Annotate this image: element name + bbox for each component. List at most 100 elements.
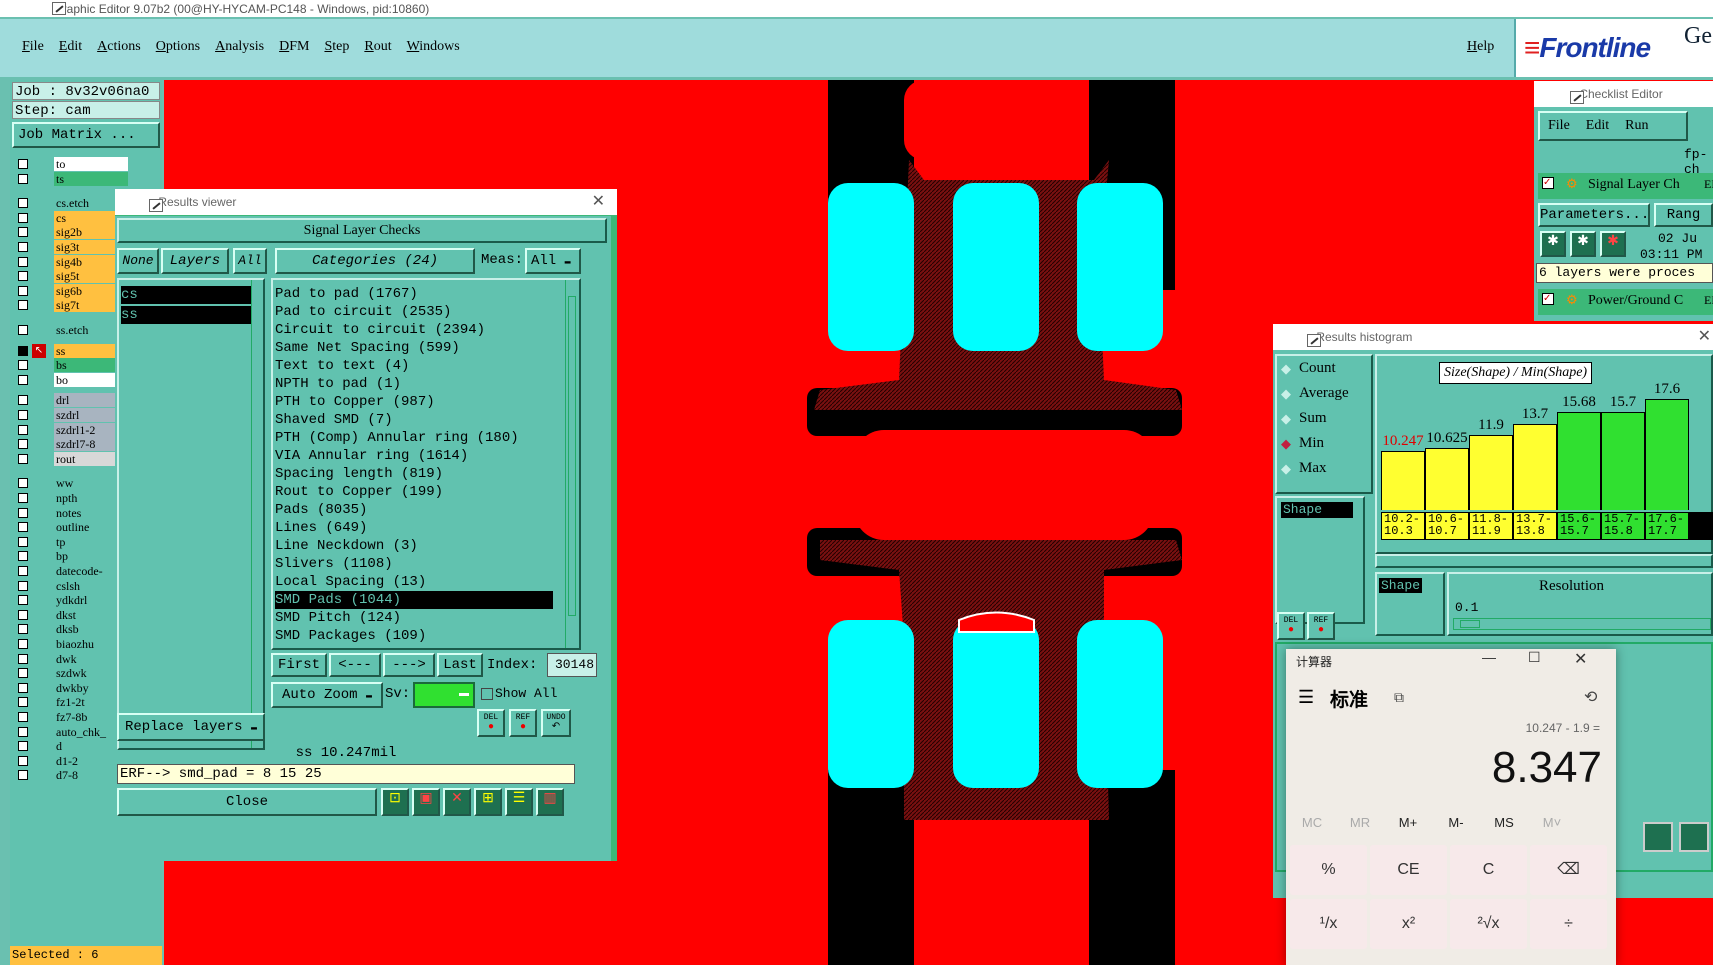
layer-checkbox[interactable] <box>18 374 28 385</box>
menu-windows[interactable]: Windows <box>407 39 460 55</box>
layer-row[interactable]: ts <box>14 171 164 186</box>
check-item-power[interactable]: ✓ ⚙ Power/Ground C EF <box>1538 289 1713 315</box>
category-item[interactable]: SMD Packages (109) <box>275 627 553 645</box>
layer-checkbox[interactable] <box>18 439 28 450</box>
layer-checkbox[interactable] <box>18 507 28 518</box>
layer-checkbox[interactable] <box>18 712 28 722</box>
show-all-checkbox[interactable] <box>481 688 493 700</box>
layers-button[interactable]: Layers <box>161 248 229 274</box>
category-item[interactable]: SMD Pads (1044) <box>275 591 553 609</box>
calc-memory-4[interactable]: MS <box>1484 815 1524 830</box>
histogram-bar[interactable] <box>1469 435 1513 510</box>
menu-edit[interactable]: Edit <box>59 39 82 55</box>
category-item[interactable]: Pad to circuit (2535) <box>275 303 553 321</box>
category-item[interactable]: PTH to Copper (987) <box>275 393 553 411</box>
category-item[interactable]: NPTH to pad (1) <box>275 375 553 393</box>
layer-checkbox[interactable] <box>18 256 28 267</box>
category-item[interactable]: Text to text (4) <box>275 357 553 375</box>
layer-checkbox[interactable] <box>18 770 28 781</box>
calc-memory-5[interactable]: M˅ <box>1532 815 1572 830</box>
calc-key[interactable]: CE <box>1370 845 1447 895</box>
hist-option-min[interactable]: ◆ Min <box>1281 435 1324 452</box>
menu-analysis[interactable]: Analysis <box>215 39 264 55</box>
hist-option-count[interactable]: ◆ Count <box>1281 360 1336 377</box>
layer-checkbox[interactable] <box>18 360 28 371</box>
meas-dropdown[interactable]: All ▬ <box>525 248 581 274</box>
hist-del-button[interactable]: DEL ● <box>1277 612 1305 640</box>
menu-options[interactable]: Options <box>156 39 200 55</box>
maximize-icon[interactable]: ☐ <box>1528 649 1541 666</box>
layer-checkbox[interactable] <box>18 566 28 576</box>
histogram-bar[interactable] <box>1381 451 1425 510</box>
checklist-menu-file[interactable]: File <box>1548 118 1570 134</box>
histogram-scrollbar[interactable] <box>1375 554 1713 568</box>
first-button[interactable]: First <box>271 653 327 677</box>
none-button[interactable]: None <box>117 248 159 274</box>
hist-option-max[interactable]: ◆ Max <box>1281 460 1327 477</box>
layer-checkbox[interactable] <box>18 159 28 169</box>
layer-checkbox[interactable] <box>18 624 28 635</box>
layer-checkbox[interactable] <box>18 668 28 679</box>
histogram-list[interactable]: Shape <box>1275 496 1365 624</box>
layer-checkbox[interactable] <box>18 522 28 533</box>
range-button[interactable]: Rang <box>1654 203 1713 227</box>
histogram-bar[interactable] <box>1513 424 1557 510</box>
layer-checkbox[interactable] <box>18 580 28 591</box>
layer-result-list[interactable]: cs ss <box>117 278 265 750</box>
all-button[interactable]: All <box>233 248 267 274</box>
calc-key[interactable]: x² <box>1370 899 1447 949</box>
layer-checkbox[interactable] <box>18 595 28 606</box>
layer-checkbox[interactable] <box>18 198 28 209</box>
histogram-bar[interactable] <box>1601 412 1645 510</box>
category-item[interactable]: SMD Pitch (124) <box>275 609 553 627</box>
histogram-bar[interactable] <box>1645 399 1689 510</box>
compare-icon[interactable]: ⊞ <box>474 788 502 816</box>
category-item[interactable]: Line Neckdown (3) <box>275 537 553 555</box>
layer-checkbox[interactable] <box>18 227 28 238</box>
category-item[interactable]: Shaved SMD (7) <box>275 411 553 429</box>
layer-checkbox[interactable] <box>18 653 28 664</box>
histogram-icon[interactable]: ▥ <box>536 788 564 816</box>
category-item[interactable]: Pad to pad (1767) <box>275 285 553 303</box>
category-item[interactable]: Slivers (1108) <box>275 555 553 573</box>
checklist-menu-run[interactable]: Run <box>1625 118 1648 134</box>
history-icon[interactable]: ⟲ <box>1584 687 1597 707</box>
layer-checkbox[interactable] <box>18 551 28 562</box>
calc-memory-1[interactable]: MR <box>1340 815 1380 830</box>
layer-checkbox[interactable] <box>18 345 28 356</box>
close-icon[interactable]: ✕ <box>1698 324 1711 350</box>
category-list[interactable]: Pad to pad (1767) Pad to circuit (2535) Ci… <box>271 278 581 650</box>
calc-key[interactable]: ⌫ <box>1530 845 1607 895</box>
layer-checkbox[interactable] <box>18 682 28 693</box>
checklist-menu-edit[interactable]: Edit <box>1586 118 1609 134</box>
layer-checkbox[interactable] <box>18 242 28 252</box>
layer-checkbox[interactable] <box>18 697 28 708</box>
check-checkbox[interactable]: ✓ <box>1542 177 1554 189</box>
close-button[interactable]: Close <box>117 788 377 816</box>
category-item[interactable]: Spacing length (819) <box>275 465 553 483</box>
slider-thumb[interactable] <box>1460 620 1480 628</box>
layer-checkbox[interactable] <box>18 300 28 311</box>
menu-step[interactable]: Step <box>324 39 349 55</box>
run-icon[interactable]: ✱ <box>1570 231 1596 257</box>
ruler-icon[interactable]: ⊡ <box>381 788 409 816</box>
histogram-list-item[interactable]: Shape <box>1281 502 1353 518</box>
last-button[interactable]: Last <box>437 653 483 677</box>
category-list-scrollbar[interactable] <box>565 280 579 648</box>
category-item[interactable]: Lines (649) <box>275 519 553 537</box>
print-icon[interactable] <box>1679 822 1709 852</box>
category-item[interactable]: Circuit to circuit (2394) <box>275 321 553 339</box>
calc-memory-0[interactable]: MC <box>1292 815 1332 830</box>
resolution-slider[interactable] <box>1453 618 1711 630</box>
layer-checkbox[interactable] <box>18 395 28 406</box>
export-icon[interactable] <box>1643 822 1673 852</box>
hist-ref-button[interactable]: REF ● <box>1307 612 1335 640</box>
run-icon[interactable]: ✱ <box>1600 231 1626 257</box>
close-icon[interactable]: ✕ <box>1574 649 1587 669</box>
check-item-signal[interactable]: ✓ ⚙ Signal Layer Ch EF <box>1538 173 1713 199</box>
layer-checkbox[interactable] <box>18 173 28 184</box>
auto-zoom-button[interactable]: Auto Zoom ▬ <box>271 682 383 708</box>
calc-key[interactable]: C <box>1450 845 1527 895</box>
menu-dfm[interactable]: DFM <box>279 39 309 55</box>
prev-button[interactable]: <--- <box>329 653 381 677</box>
